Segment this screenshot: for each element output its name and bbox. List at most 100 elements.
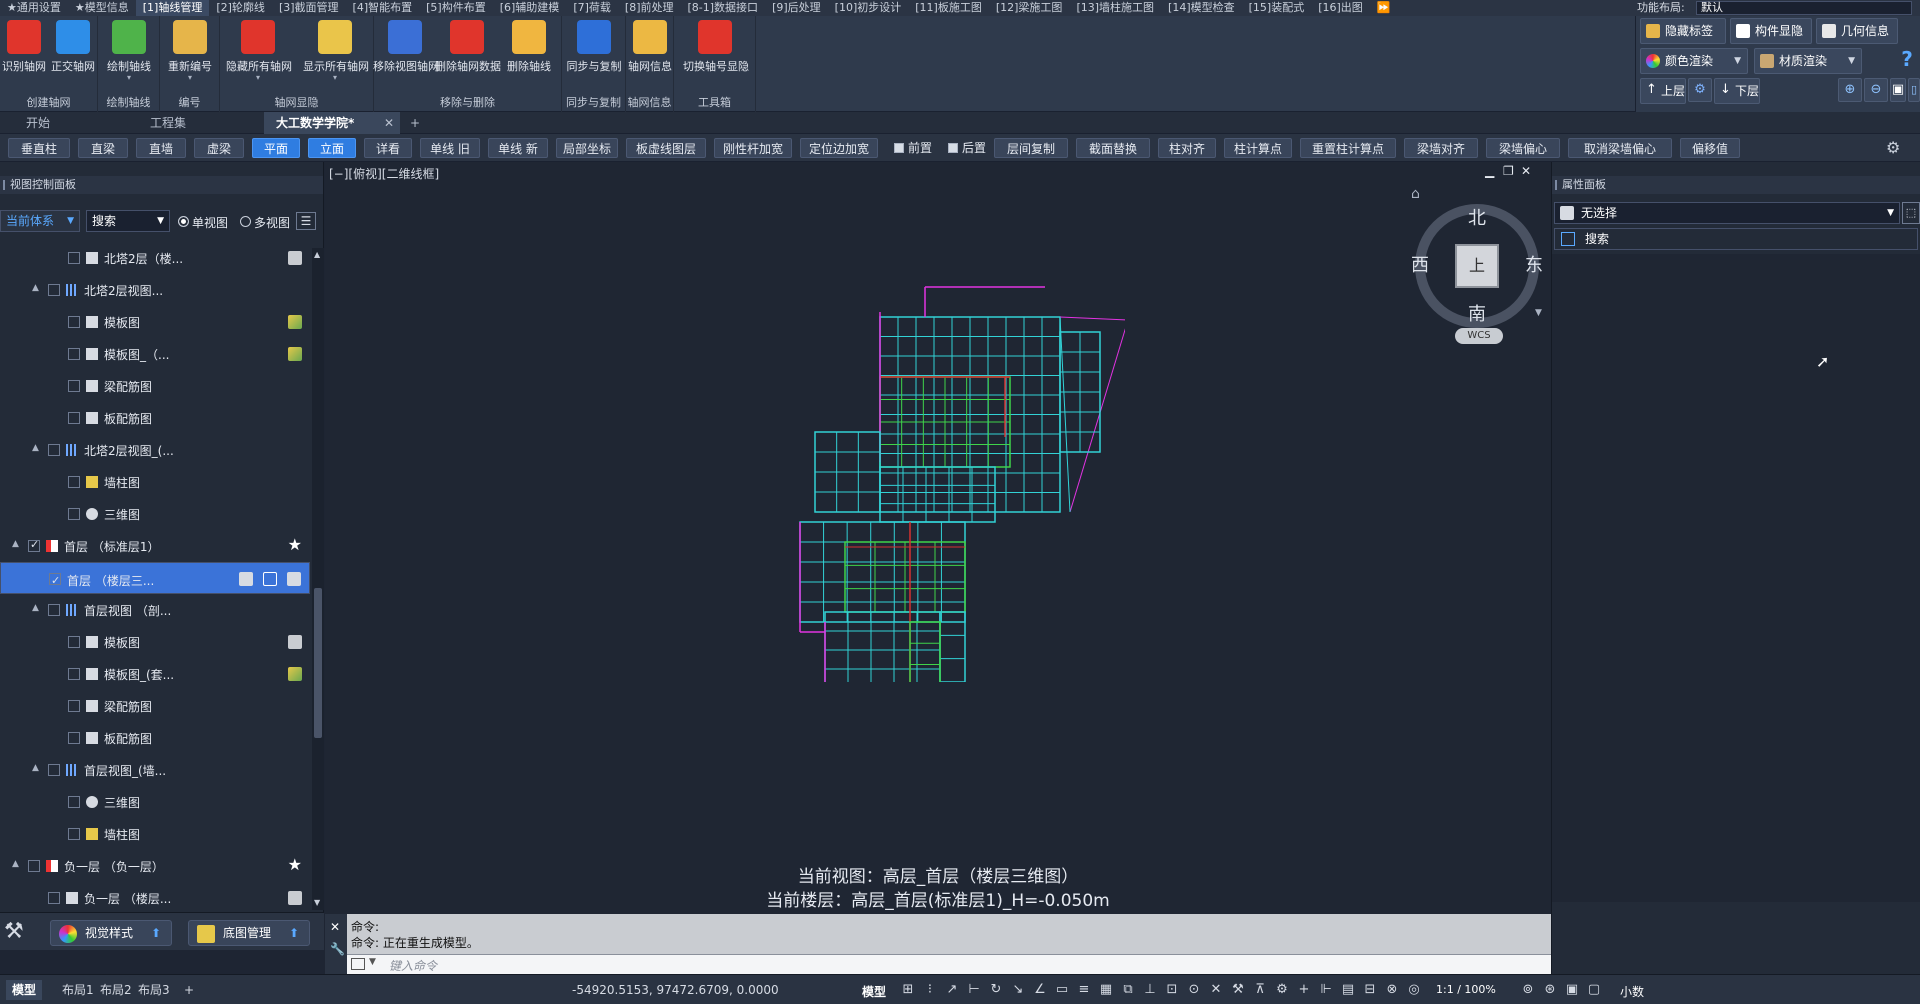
window-icon[interactable]: ▢ <box>1586 982 1602 998</box>
toolbar-button[interactable]: 单线 新 <box>488 138 548 158</box>
cancel-icon[interactable]: ⊗ <box>1384 982 1400 998</box>
expand-toggle-icon[interactable]: ▲ <box>12 539 19 549</box>
tree-item[interactable]: 三维图 <box>0 498 310 530</box>
toolbar-button[interactable]: 单线 旧 <box>420 138 480 158</box>
snap-icon[interactable]: ⁝ <box>922 982 938 998</box>
scroll-up-icon[interactable]: ▲ <box>314 250 320 259</box>
doc-tab[interactable]: 大工数学学院* ✕ <box>264 112 400 134</box>
ribbon-button[interactable]: 重新编号 ▾ <box>158 20 222 82</box>
quick-select-icon[interactable]: ⬚ <box>1902 202 1920 224</box>
toolbar-button[interactable]: 层间复制 <box>994 138 1068 158</box>
layer-icon[interactable]: ▤ <box>1340 982 1356 998</box>
toolbar-button[interactable]: 直墙 <box>136 138 186 158</box>
tree-checkbox[interactable] <box>68 508 80 520</box>
cube-menu-icon[interactable]: ▼ <box>1535 308 1542 318</box>
star-icon[interactable]: ★ <box>288 535 302 554</box>
layer-icon[interactable] <box>287 572 301 586</box>
filter-icon[interactable]: ⊼ <box>1252 982 1268 998</box>
angle-icon[interactable]: ∠ <box>1032 982 1048 998</box>
search-select[interactable]: 搜索 ▼ <box>86 210 170 232</box>
sheet-icon[interactable]: ⊩ <box>1318 982 1334 998</box>
polar-icon[interactable]: ⊢ <box>966 982 982 998</box>
menu-item[interactable]: [13]墙柱施工图 <box>1069 0 1161 16</box>
close-icon[interactable]: ✕ <box>1521 164 1531 178</box>
add-tab-button[interactable]: + <box>398 112 420 134</box>
lineweight-icon[interactable]: ▭ <box>1054 982 1070 998</box>
chevron-down-icon[interactable]: ▾ <box>226 74 290 82</box>
panel-toggle-button[interactable]: ▯ <box>1908 78 1920 102</box>
grid-icon[interactable]: ⊞ <box>900 982 916 998</box>
wcs-button[interactable]: WCS <box>1455 328 1503 344</box>
hide-tag-button[interactable]: 隐藏标签 <box>1640 18 1726 44</box>
tree-checkbox[interactable] <box>68 668 80 680</box>
toolbar-button[interactable]: 取消梁墙偏心 <box>1568 138 1672 158</box>
gear-icon[interactable]: ⚙ <box>1274 982 1290 998</box>
ribbon-button[interactable]: 绘制轴线 ▾ <box>97 20 161 82</box>
toolbar-button[interactable]: 柱对齐 <box>1158 138 1216 158</box>
drawing-viewport[interactable]: [−][俯视][二维线框] ▁ ❐ ✕ ⌂ 上 北 南 西 东 ▼ WCS 当前… <box>325 162 1551 914</box>
menu-item[interactable]: [5]构件布置 <box>419 0 493 16</box>
toolbar-button[interactable]: 后置 <box>940 138 994 158</box>
tree-item[interactable]: 三维图 <box>0 786 310 818</box>
tree-checkbox[interactable] <box>48 764 60 776</box>
workspace-icon[interactable]: ⊛ <box>1542 982 1558 998</box>
toolbar-button[interactable]: 梁墙偏心 <box>1486 138 1560 158</box>
multi-view-radio[interactable]: 多视图 <box>240 214 290 231</box>
tree-item[interactable]: 梁配筋图 <box>0 690 310 722</box>
tree-checkbox[interactable] <box>48 892 60 904</box>
sheet-icon[interactable] <box>239 572 253 586</box>
layout-tab[interactable]: 模型 <box>6 980 43 1000</box>
list-menu-icon[interactable]: ☰ <box>296 212 316 230</box>
compass-east[interactable]: 东 <box>1525 251 1543 277</box>
ortho-icon[interactable]: ↗ <box>944 982 960 998</box>
tree-item[interactable]: ▲ 首层视图 （剖... <box>0 594 310 626</box>
system-select[interactable]: 当前体系 ▼ <box>0 210 80 232</box>
layout-tab[interactable]: + <box>178 980 200 1000</box>
tree-item[interactable]: ▲ 北塔2层视图... <box>0 274 310 306</box>
scale-readout[interactable]: 1:1 / 100% <box>1436 983 1496 996</box>
toolbar-button[interactable]: 虚梁 <box>194 138 244 158</box>
viewport-title[interactable]: [−][俯视][二维线框] <box>329 165 439 182</box>
tree-item[interactable]: 墙柱图 <box>0 466 310 498</box>
ribbon-button[interactable]: 同步与复制 <box>562 20 626 74</box>
tools-icon[interactable]: ⚒ <box>4 919 34 947</box>
tree-checkbox[interactable] <box>68 476 80 488</box>
help-button[interactable]: ? <box>1898 48 1916 72</box>
list-icon[interactable]: ≡ <box>1076 982 1092 998</box>
decimal-select[interactable]: 小数 <box>1620 983 1644 1000</box>
toolbar-button[interactable]: 直梁 <box>78 138 128 158</box>
tree-checkbox[interactable] <box>28 538 40 552</box>
tree-item[interactable]: 模板图_（... <box>0 338 310 370</box>
toolbar-button[interactable]: 重置柱计算点 <box>1300 138 1396 158</box>
doc-tab[interactable]: 开始 <box>14 112 124 134</box>
otrack-icon[interactable]: ↘ <box>1010 982 1026 998</box>
expand-toggle-icon[interactable]: ▲ <box>32 443 39 453</box>
checkbox-icon[interactable] <box>947 143 958 153</box>
tree-checkbox[interactable] <box>68 828 80 840</box>
fit-view-button[interactable]: ▣ <box>1890 78 1906 102</box>
menu-item[interactable]: [8]前处理 <box>618 0 681 16</box>
wrench-icon[interactable]: 🔧 <box>330 942 345 956</box>
expand-toggle-icon[interactable]: ▲ <box>32 283 39 293</box>
home-icon[interactable]: ⌂ <box>1411 186 1420 202</box>
layout-select[interactable]: 默认 <box>1696 1 1912 15</box>
scroll-thumb[interactable] <box>314 588 322 738</box>
tree-checkbox[interactable] <box>68 636 80 648</box>
menu-item[interactable]: ⏩ <box>1370 0 1398 16</box>
command-input[interactable]: ▼ 键入命令 <box>347 954 1551 974</box>
tree-item[interactable]: ▲ 首层 （标准层1） ★ <box>0 530 310 562</box>
compass-north[interactable]: 北 <box>1468 204 1486 230</box>
tree-checkbox[interactable] <box>68 732 80 744</box>
box-icon[interactable]: ⊡ <box>1164 982 1180 998</box>
target-icon[interactable]: ⊙ <box>1186 982 1202 998</box>
zoom-in-button[interactable]: ⊕ <box>1838 78 1862 102</box>
chevron-down-icon[interactable]: ▼ <box>369 957 376 967</box>
circle-icon[interactable]: ◎ <box>1406 982 1422 998</box>
iso-icon[interactable]: ⊚ <box>1520 982 1536 998</box>
menu-item[interactable]: [16]出图 <box>1311 0 1370 16</box>
selection-select[interactable]: 无选择 ▼ <box>1554 202 1900 224</box>
perpendicular-icon[interactable]: ⊥ <box>1142 982 1158 998</box>
expand-toggle-icon[interactable]: ▲ <box>12 859 19 869</box>
toolbar-button[interactable]: 截面替换 <box>1076 138 1150 158</box>
plus-icon[interactable]: + <box>1296 982 1312 998</box>
